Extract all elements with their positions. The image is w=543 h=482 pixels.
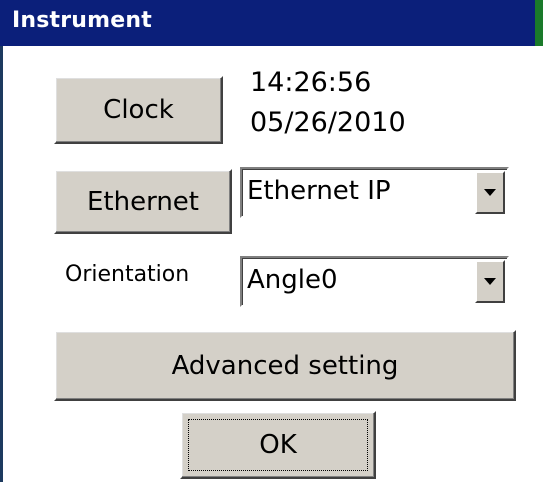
title-bar-accent	[535, 0, 543, 46]
window-title: Instrument	[12, 8, 152, 33]
clock-button-label: Clock	[103, 95, 174, 125]
ethernet-button-label: Ethernet	[87, 186, 199, 217]
ethernet-dropdown-button[interactable]	[475, 171, 505, 214]
clock-date: 05/26/2010	[250, 107, 406, 138]
orientation-label: Orientation	[65, 262, 190, 287]
instrument-dialog: Instrument Clock 14:26:56 05/26/2010 Eth…	[0, 0, 543, 482]
chevron-down-icon	[484, 278, 496, 285]
clock-time: 14:26:56	[250, 67, 372, 98]
ethernet-protocol-select[interactable]: Ethernet IP	[240, 167, 509, 218]
orientation-value: Angle0	[247, 265, 338, 295]
chevron-down-icon	[484, 189, 496, 196]
ethernet-protocol-value: Ethernet IP	[247, 176, 391, 206]
ethernet-button[interactable]: Ethernet	[54, 169, 232, 234]
clock-button[interactable]: Clock	[54, 76, 223, 144]
orientation-dropdown-button[interactable]	[475, 260, 505, 303]
left-edge	[0, 46, 3, 482]
advanced-setting-button[interactable]: Advanced setting	[54, 330, 516, 401]
orientation-select[interactable]: Angle0	[240, 256, 509, 307]
ok-button[interactable]: OK	[180, 411, 376, 479]
title-bar: Instrument	[0, 0, 543, 46]
focus-rectangle	[188, 419, 368, 471]
advanced-setting-label: Advanced setting	[171, 350, 399, 381]
